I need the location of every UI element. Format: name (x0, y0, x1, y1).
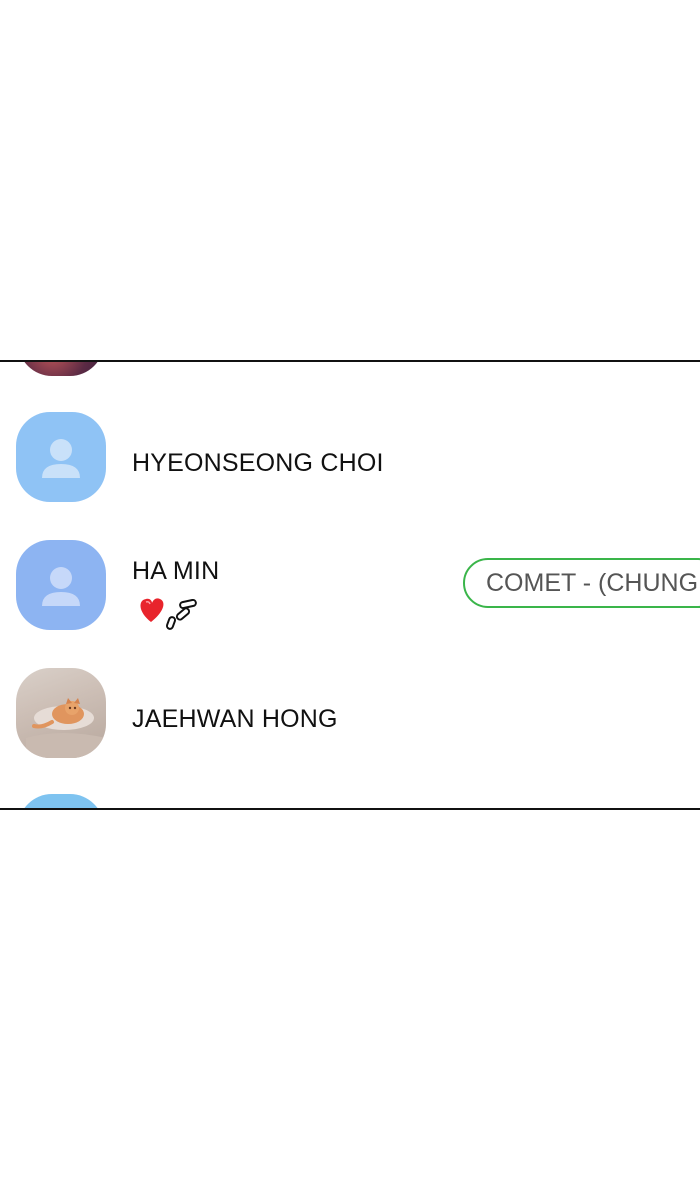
cat-photo-icon (26, 698, 106, 758)
contact-name: JAEHWAN HONG (132, 705, 338, 733)
contact-row[interactable]: HYEONSEONG CHOI (0, 402, 700, 512)
status-message-badge[interactable]: COMET - (CHUNG (463, 558, 700, 608)
person-icon (42, 567, 80, 606)
contact-name: HA MIN (132, 557, 220, 585)
contact-row[interactable]: JAEHWAN HONG (0, 658, 700, 768)
contact-avatar[interactable] (16, 412, 106, 502)
partial-avatar-top[interactable] (18, 362, 104, 376)
contact-list-panel: HYEONSEONG CHOI HA MIN COMET - (CHUNG JA… (0, 360, 700, 810)
red-heart-sparkle-icon (140, 598, 197, 630)
contact-name: HYEONSEONG CHOI (132, 449, 384, 477)
partial-avatar-bottom[interactable] (18, 794, 104, 808)
photo-avatar[interactable] (16, 668, 106, 758)
status-message-text: COMET - (CHUNG (486, 568, 699, 597)
person-icon (42, 439, 80, 478)
contact-avatar[interactable] (16, 540, 106, 630)
